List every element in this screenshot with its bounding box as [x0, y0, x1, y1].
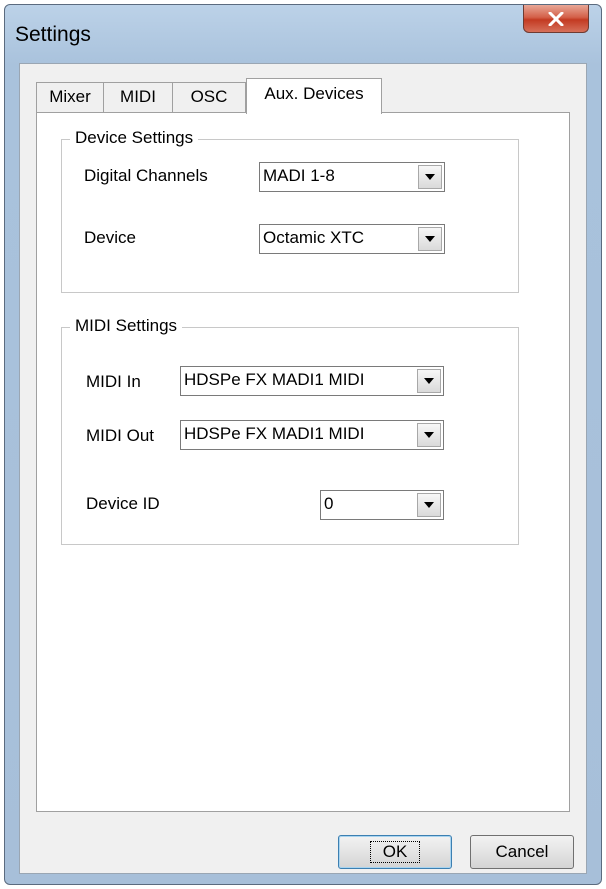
title-bar[interactable]: Settings	[5, 5, 601, 63]
midi-out-value: HDSPe FX MADI1 MIDI	[184, 424, 365, 443]
cancel-button[interactable]: Cancel	[470, 835, 574, 869]
device-id-value: 0	[324, 494, 334, 513]
device-id-label: Device ID	[86, 494, 160, 513]
device-value: Octamic XTC	[263, 228, 365, 247]
midi-out-label: MIDI Out	[86, 426, 155, 445]
device-label: Device	[84, 228, 136, 247]
tab-mixer[interactable]: Mixer	[36, 82, 104, 112]
midi-in-label: MIDI In	[86, 372, 141, 391]
midi-settings-group: MIDI Settings MIDI In HDSPe FX MADI1 MID…	[61, 316, 519, 545]
close-button[interactable]	[523, 5, 589, 33]
tab-osc[interactable]: OSC	[172, 82, 246, 112]
chevron-down-icon[interactable]	[417, 423, 441, 447]
ok-button[interactable]: OK	[338, 835, 452, 869]
midi-in-value: HDSPe FX MADI1 MIDI	[184, 370, 365, 389]
window-title: Settings	[15, 23, 91, 46]
chevron-down-icon[interactable]	[418, 165, 442, 189]
device-dropdown[interactable]: Octamic XTC	[259, 224, 445, 254]
digital-channels-value: MADI 1-8	[263, 166, 335, 185]
tab-midi[interactable]: MIDI	[103, 82, 173, 112]
chevron-down-icon[interactable]	[417, 493, 441, 517]
digital-channels-label: Digital Channels	[84, 166, 208, 185]
chevron-down-icon[interactable]	[417, 369, 441, 393]
tab-panel-aux-devices: Device Settings Digital Channels MADI 1-…	[36, 112, 570, 812]
device-id-dropdown[interactable]: 0	[320, 490, 444, 520]
midi-out-dropdown[interactable]: HDSPe FX MADI1 MIDI	[180, 420, 444, 450]
digital-channels-dropdown[interactable]: MADI 1-8	[259, 162, 445, 192]
midi-settings-title: MIDI Settings	[70, 316, 183, 336]
device-settings-group: Device Settings Digital Channels MADI 1-…	[61, 128, 519, 293]
ok-button-label: OK	[369, 841, 421, 863]
dialog-client-area: Mixer MIDI OSC Aux. Devices Device Setti…	[19, 63, 587, 874]
chevron-down-icon[interactable]	[418, 227, 442, 251]
close-icon	[548, 11, 564, 26]
device-settings-title: Device Settings	[70, 128, 199, 148]
tab-aux-devices[interactable]: Aux. Devices	[246, 78, 382, 114]
midi-in-dropdown[interactable]: HDSPe FX MADI1 MIDI	[180, 366, 444, 396]
settings-window: Settings Mixer MIDI OSC Aux. Devices Dev…	[4, 4, 602, 885]
